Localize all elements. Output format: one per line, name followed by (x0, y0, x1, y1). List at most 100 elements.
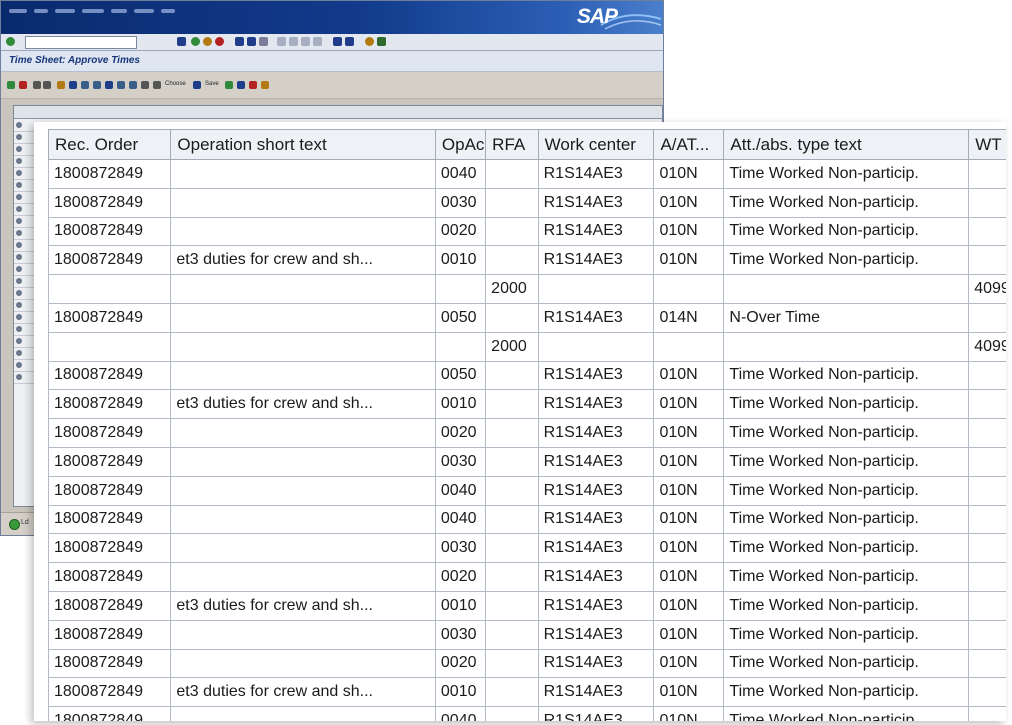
cell-rfa[interactable] (485, 619, 539, 650)
cell-operation-short-text[interactable] (170, 274, 436, 304)
cell-operation-short-text[interactable] (170, 619, 436, 650)
info-icon[interactable] (261, 81, 269, 89)
menu-item[interactable] (161, 9, 175, 13)
cell-operation-short-text[interactable] (170, 504, 436, 535)
cell-operation-short-text[interactable] (170, 159, 436, 189)
cell-att-abs-type-text[interactable]: Time Worked Non-particip. (723, 389, 970, 420)
cell-att-abs-type-text[interactable]: Time Worked Non-particip. (723, 245, 970, 276)
cell-wt[interactable] (968, 302, 1006, 333)
cell-rfa[interactable] (485, 245, 539, 276)
cell-operation-short-text[interactable] (170, 187, 436, 218)
cell-opac[interactable]: 0010 (434, 389, 487, 420)
table-row[interactable]: 1800872849 0020 R1S14AE3 010N Time Worked No… (47, 562, 1006, 592)
cell-work-center[interactable]: R1S14AE3 (537, 389, 655, 420)
row-selector-icon[interactable] (16, 134, 22, 140)
cell-rfa[interactable] (485, 590, 539, 621)
cell-att-abs-type-text[interactable]: Time Worked Non-particip. (723, 187, 970, 218)
cell-opac[interactable]: 0020 (434, 648, 487, 679)
menu-item[interactable] (34, 9, 48, 13)
cell-operation-short-text[interactable] (170, 302, 436, 333)
table-row[interactable]: 1800872849 et3 duties for crew and sh... 0… (47, 389, 1006, 420)
cancel-icon[interactable] (215, 37, 224, 46)
cell-operation-short-text[interactable]: et3 duties for crew and sh... (170, 677, 436, 708)
menu-item[interactable] (55, 9, 75, 13)
table-row[interactable]: 2000 4099 (47, 274, 1006, 304)
row-selector-icon[interactable] (16, 374, 22, 380)
cell-rfa[interactable] (485, 648, 539, 679)
table-row[interactable]: 1800872849 et3 duties for crew and sh... 0… (47, 590, 1006, 621)
first-page-icon[interactable] (277, 37, 286, 46)
next-page-icon[interactable] (301, 37, 310, 46)
cell-rec-order[interactable]: 1800872849 (47, 389, 172, 420)
menu-item[interactable] (111, 9, 127, 13)
details-icon[interactable] (69, 81, 77, 89)
cell-operation-short-text[interactable] (170, 331, 436, 362)
total-icon[interactable] (117, 81, 125, 89)
cell-operation-short-text[interactable] (170, 446, 436, 477)
last-page-icon[interactable] (313, 37, 322, 46)
row-selector-icon[interactable] (16, 338, 22, 344)
reject-icon[interactable] (19, 81, 27, 89)
cell-work-center[interactable]: R1S14AE3 (537, 302, 655, 333)
cell-wt[interactable] (968, 418, 1006, 448)
cell-work-center[interactable]: R1S14AE3 (537, 648, 655, 679)
print-icon[interactable] (235, 37, 244, 46)
row-selector-icon[interactable] (16, 122, 22, 128)
row-selector-icon[interactable] (16, 206, 22, 212)
cell-work-center[interactable] (537, 274, 655, 304)
cell-att-abs-type-text[interactable] (723, 274, 970, 304)
cell-work-center[interactable]: R1S14AE3 (537, 590, 655, 621)
cell-rfa[interactable] (485, 187, 539, 218)
cell-att-abs-type-text[interactable]: Time Worked Non-particip. (723, 216, 970, 247)
column-header-opac[interactable]: OpAc (434, 129, 487, 160)
row-selector-icon[interactable] (16, 362, 22, 368)
row-selector-icon[interactable] (16, 218, 22, 224)
cell-att-abs-type[interactable]: 010N (653, 187, 725, 218)
cell-att-abs-type-text[interactable]: Time Worked Non-particip. (723, 619, 970, 650)
cell-rec-order[interactable]: 1800872849 (47, 159, 172, 189)
table-row[interactable]: 1800872849 et3 duties for crew and sh... 0… (47, 677, 1006, 708)
menu-item[interactable] (134, 9, 154, 13)
column-header-work-center[interactable]: Work center (537, 129, 655, 160)
cell-att-abs-type-text[interactable] (723, 331, 970, 362)
cell-work-center[interactable]: R1S14AE3 (537, 504, 655, 535)
cell-wt[interactable] (968, 648, 1006, 679)
cell-att-abs-type-text[interactable]: Time Worked Non-particip. (723, 562, 970, 592)
back-icon[interactable] (191, 37, 200, 46)
cell-att-abs-type-text[interactable]: Time Worked Non-particip. (723, 504, 970, 535)
cell-opac[interactable]: 0010 (434, 590, 487, 621)
cell-rfa[interactable]: 2000 (485, 331, 539, 362)
cell-operation-short-text[interactable] (170, 706, 436, 721)
save-layout-icon[interactable] (193, 81, 201, 89)
table-row[interactable]: 1800872849 0040 R1S14AE3 010N Time Worked No… (47, 706, 1006, 721)
save-button[interactable]: Save (205, 81, 219, 87)
cell-opac[interactable]: 0040 (434, 706, 487, 721)
cell-att-abs-type[interactable]: 010N (653, 648, 725, 679)
row-selector-icon[interactable] (16, 254, 22, 260)
cell-wt[interactable] (968, 706, 1006, 721)
row-selector-icon[interactable] (16, 182, 22, 188)
table-row[interactable]: 1800872849 0030 R1S14AE3 010N Time Worked No… (47, 619, 1006, 650)
employee-icon[interactable] (57, 81, 65, 89)
cell-opac[interactable]: 0030 (434, 619, 487, 650)
choose-button[interactable]: Choose (165, 81, 186, 87)
cell-rec-order[interactable]: 1800872849 (47, 706, 172, 721)
cell-rec-order[interactable]: 1800872849 (47, 418, 172, 448)
cell-operation-short-text[interactable] (170, 360, 436, 391)
cell-wt[interactable] (968, 619, 1006, 650)
find-next-icon[interactable] (259, 37, 268, 46)
table-row[interactable]: 1800872849 et3 duties for crew and sh... 0… (47, 245, 1006, 276)
table-row[interactable]: 2000 4099 (47, 331, 1006, 362)
cell-att-abs-type[interactable]: 010N (653, 360, 725, 391)
cell-rfa[interactable] (485, 302, 539, 333)
cell-wt[interactable] (968, 504, 1006, 535)
cell-rec-order[interactable]: 1800872849 (47, 302, 172, 333)
cell-att-abs-type[interactable]: 010N (653, 504, 725, 535)
cell-rfa[interactable] (485, 389, 539, 420)
cell-opac[interactable]: 0020 (434, 562, 487, 592)
table-row[interactable]: 1800872849 0040 R1S14AE3 010N Time Worked No… (47, 475, 1006, 506)
shortcut-icon[interactable] (345, 37, 354, 46)
layout-select-icon[interactable] (141, 81, 149, 89)
table-row[interactable]: 1800872849 0050 R1S14AE3 014N N-Over Time (47, 302, 1006, 333)
cell-wt[interactable] (968, 590, 1006, 621)
